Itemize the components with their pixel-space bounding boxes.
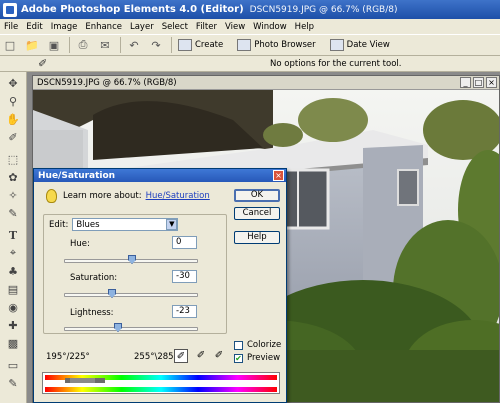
range-left-label: 195°/225° <box>46 352 90 362</box>
close-icon[interactable]: × <box>486 77 497 88</box>
move-tool-icon[interactable]: ✥ <box>5 76 21 90</box>
eyedropper-tool-icon[interactable]: ✐ <box>5 130 21 144</box>
range-selection-inner[interactable] <box>70 378 95 383</box>
saturation-slider-track[interactable] <box>64 293 198 297</box>
shortcuts-toolbar: □ 📁 ▣ ⎙ ✉ ↶ ↷ Create Photo Browser Date … <box>0 34 500 56</box>
eyedropper-icon[interactable]: ✐ <box>174 349 188 363</box>
photo-browser-icon <box>237 39 252 51</box>
options-bar: ✐ No options for the current tool. <box>0 56 500 72</box>
lightness-input[interactable]: -23 <box>172 305 197 318</box>
eyedropper-minus-icon[interactable]: ✐ <box>212 349 226 363</box>
dialog-title: Hue/Saturation <box>34 169 286 182</box>
menu-enhance[interactable]: Enhance <box>85 22 122 32</box>
colorize-checkbox[interactable]: Colorize <box>234 340 281 350</box>
menu-bar: File Edit Image Enhance Layer Select Fil… <box>0 19 500 34</box>
toolbar-separator <box>171 37 172 53</box>
menu-view[interactable]: View <box>225 22 245 32</box>
preview-label: Preview <box>247 353 281 363</box>
red-eye-tool-icon[interactable]: ◉ <box>5 300 21 314</box>
chevron-down-icon[interactable]: ▼ <box>166 219 178 230</box>
eraser-tool-icon[interactable]: ▭ <box>5 358 21 372</box>
lightness-slider-track[interactable] <box>64 327 198 331</box>
hue-saturation-dialog: Hue/Saturation × Learn more about: Hue/S… <box>33 168 287 403</box>
learn-more-label: Learn more about: <box>63 191 142 201</box>
app-logo-icon <box>3 2 17 17</box>
menu-image[interactable]: Image <box>51 22 78 32</box>
app-title-bar: Adobe Photoshop Elements 4.0 (Editor) DS… <box>0 0 500 19</box>
document-controls: _ □ × <box>458 77 497 88</box>
date-view-button[interactable]: Date View <box>329 39 390 51</box>
saturation-label: Saturation: <box>70 273 118 283</box>
preview-checkbox[interactable]: ✔ Preview <box>234 353 280 363</box>
magic-wand-tool-icon[interactable]: ✧ <box>5 188 21 202</box>
redo-icon[interactable]: ↷ <box>149 38 163 52</box>
save-icon[interactable]: ▣ <box>47 38 61 52</box>
colorize-box[interactable] <box>234 340 243 350</box>
toolbox: ✥ ⚲ ✋ ✐ ⬚ ✿ ✧ ✎ T ⌖ ♣ ▤ ◉ ✚ ▩ ▭ ✎ <box>0 72 27 403</box>
open-icon[interactable]: 📁 <box>25 38 39 52</box>
saturation-input[interactable]: -30 <box>172 270 197 283</box>
cancel-button[interactable]: Cancel <box>234 207 280 220</box>
colorize-label: Colorize <box>247 340 282 350</box>
hue-label: Hue: <box>70 239 90 249</box>
document-title-bar: DSCN5919.JPG @ 66.7% (RGB/8) <box>33 76 499 90</box>
menu-layer[interactable]: Layer <box>130 22 154 32</box>
help-button[interactable]: Help <box>234 231 280 244</box>
clone-stamp-icon[interactable]: ▩ <box>5 336 21 350</box>
document-title: DSCN5919.JPG @ 66.7% (RGB/8) <box>37 77 177 88</box>
date-view-label: Date View <box>346 40 390 50</box>
maximize-icon[interactable]: □ <box>473 77 484 88</box>
lightness-label: Lightness: <box>70 308 114 318</box>
selection-brush-icon[interactable]: ✎ <box>5 206 21 220</box>
toolbar-separator <box>69 37 70 53</box>
lasso-tool-icon[interactable]: ✿ <box>5 170 21 184</box>
menu-select[interactable]: Select <box>162 22 188 32</box>
edit-label: Edit: <box>49 219 69 230</box>
create-button[interactable]: Create <box>178 39 223 51</box>
hue-input[interactable]: 0 <box>172 236 197 249</box>
ok-button[interactable]: OK <box>234 189 280 202</box>
photo-browser-button[interactable]: Photo Browser <box>237 39 316 51</box>
title-doc-info: DSCN5919.JPG @ 66.7% (RGB/8) <box>249 4 398 15</box>
hand-tool-icon[interactable]: ✋ <box>5 112 21 126</box>
new-icon[interactable]: □ <box>3 38 17 52</box>
cookie-cutter-icon[interactable]: ♣ <box>5 264 21 278</box>
learn-more-link[interactable]: Hue/Saturation <box>146 191 210 201</box>
date-view-icon <box>329 39 344 51</box>
zoom-tool-icon[interactable]: ⚲ <box>5 94 21 108</box>
color-ramp <box>42 372 280 394</box>
minimize-icon[interactable]: _ <box>460 77 471 88</box>
menu-file[interactable]: File <box>4 22 18 32</box>
menu-window[interactable]: Window <box>253 22 287 32</box>
straighten-tool-icon[interactable]: ▤ <box>5 282 21 296</box>
menu-filter[interactable]: Filter <box>196 22 217 32</box>
email-icon[interactable]: ✉ <box>98 38 112 52</box>
edit-row: Edit: Blues ▼ <box>49 218 179 231</box>
preview-box-checkmark-icon[interactable]: ✔ <box>234 353 243 363</box>
menu-help[interactable]: Help <box>295 22 314 32</box>
app-title: Adobe Photoshop Elements 4.0 (Editor) <box>21 4 244 15</box>
brush-tool-icon[interactable]: ✎ <box>5 376 21 390</box>
bottom-color-bar <box>45 387 277 392</box>
learn-more: Learn more about: Hue/Saturation <box>46 189 210 203</box>
edit-range-select[interactable]: Blues ▼ <box>72 218 179 231</box>
menu-edit[interactable]: Edit <box>26 22 42 32</box>
create-icon <box>178 39 192 51</box>
options-text: No options for the current tool. <box>270 59 402 69</box>
create-label: Create <box>195 40 224 50</box>
eyedropper-icon[interactable]: ✐ <box>38 57 52 71</box>
edit-range-value: Blues <box>76 219 100 230</box>
undo-icon[interactable]: ↶ <box>127 38 141 52</box>
dialog-close-icon[interactable]: × <box>273 170 284 181</box>
marquee-tool-icon[interactable]: ⬚ <box>5 152 21 166</box>
range-right-label: 255°\285° <box>134 352 178 362</box>
photo-browser-label: Photo Browser <box>254 40 316 50</box>
print-icon[interactable]: ⎙ <box>76 38 90 52</box>
lightbulb-icon <box>46 189 57 203</box>
crop-tool-icon[interactable]: ⌖ <box>5 246 21 260</box>
eyedropper-plus-icon[interactable]: ✐ <box>194 349 208 363</box>
toolbar-separator <box>120 37 121 53</box>
type-tool-icon[interactable]: T <box>5 228 21 242</box>
healing-brush-icon[interactable]: ✚ <box>5 318 21 332</box>
